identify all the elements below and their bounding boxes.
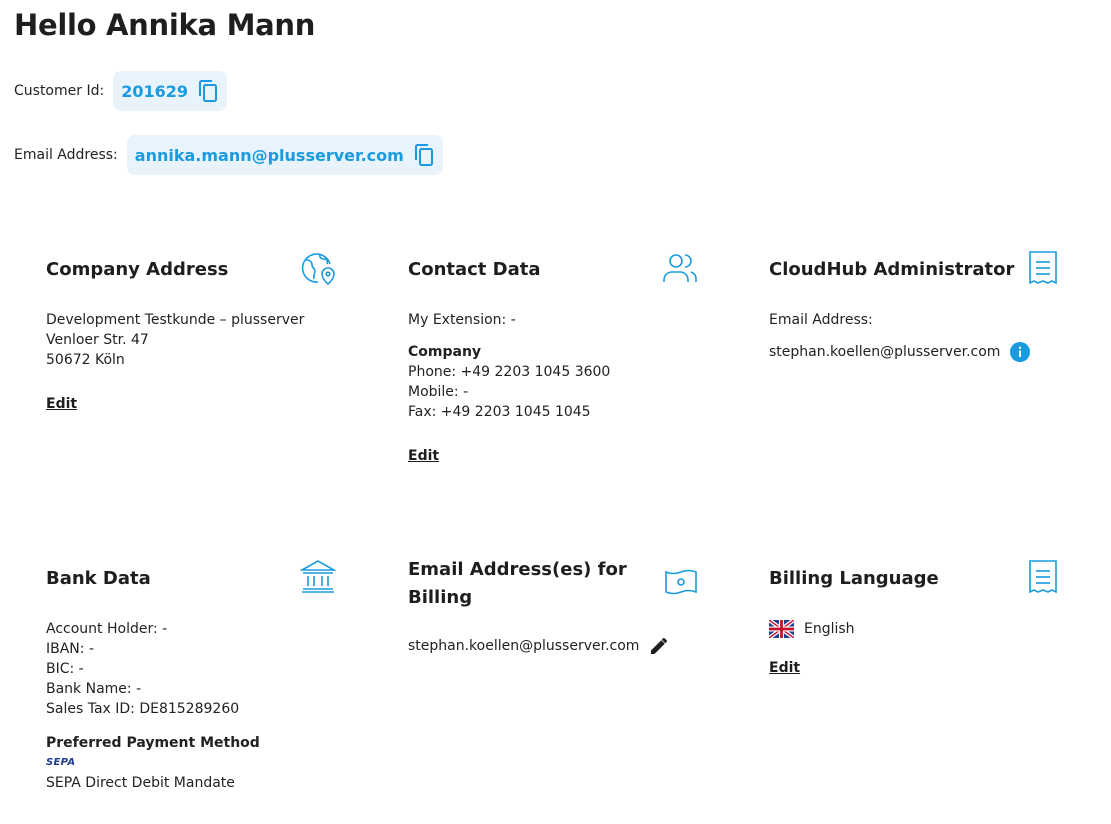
bank-name-text: Bank Name: - bbox=[46, 681, 142, 697]
sales-tax-text: Sales Tax ID: DE815289260 bbox=[46, 701, 240, 717]
extension-text: My Extension: - bbox=[408, 312, 516, 328]
card-title: Contact Data bbox=[408, 259, 541, 280]
globe-location-icon bbox=[301, 253, 335, 286]
card-title: Email Address(es) for Billing bbox=[408, 559, 627, 608]
customer-id-chip[interactable]: 201629 bbox=[113, 71, 227, 111]
cloudhub-admin-card: CloudHub Administrator Email Address: st… bbox=[769, 250, 1059, 362]
email-value: annika.mann@plusserver.com bbox=[134, 145, 404, 165]
admin-email-value: stephan.koellen@plusserver.com bbox=[769, 344, 1001, 360]
payment-method-heading: Preferred Payment Method bbox=[46, 735, 260, 751]
email-chip[interactable]: annika.mann@plusserver.com bbox=[126, 135, 443, 175]
mobile-text: Mobile: - bbox=[408, 384, 469, 400]
money-icon bbox=[665, 569, 697, 595]
billing-email-card: Email Address(es) for Billing stephan.ko… bbox=[408, 556, 698, 656]
email-row: Email Address: annika.mann@plusserver.co… bbox=[14, 135, 443, 175]
receipt-icon bbox=[1029, 251, 1057, 285]
edit-contact-data-link[interactable]: Edit bbox=[408, 446, 439, 466]
admin-email-label: Email Address: bbox=[769, 312, 873, 328]
info-icon[interactable] bbox=[1010, 342, 1031, 362]
address-line: Venloer Str. 47 bbox=[46, 332, 149, 348]
customer-id-value: 201629 bbox=[121, 81, 188, 101]
company-subheading: Company bbox=[408, 344, 482, 360]
language-value: English bbox=[804, 621, 855, 637]
account-holder-text: Account Holder: - bbox=[46, 621, 168, 637]
iban-text: IBAN: - bbox=[46, 641, 95, 657]
address-line: Development Testkunde – plusserver bbox=[46, 312, 305, 328]
uk-flag-icon bbox=[769, 620, 794, 638]
page-title: Hello Annika Mann bbox=[14, 8, 316, 42]
card-title: Company Address bbox=[46, 259, 229, 280]
card-title: Bank Data bbox=[46, 568, 151, 589]
billing-email-value: stephan.koellen@plusserver.com bbox=[408, 638, 640, 654]
edit-company-address-link[interactable]: Edit bbox=[46, 394, 77, 414]
copy-icon[interactable] bbox=[197, 79, 219, 103]
contact-data-card: Contact Data My Extension: - Company Pho… bbox=[408, 250, 698, 466]
copy-icon[interactable] bbox=[413, 143, 435, 167]
card-title: CloudHub Administrator bbox=[769, 259, 1015, 280]
card-title: Billing Language bbox=[769, 568, 939, 589]
edit-billing-language-link[interactable]: Edit bbox=[769, 658, 800, 678]
phone-text: Phone: +49 2203 1045 3600 bbox=[408, 364, 611, 380]
customer-id-label: Customer Id: bbox=[14, 83, 105, 99]
receipt-icon bbox=[1029, 560, 1057, 594]
email-label: Email Address: bbox=[14, 147, 118, 163]
company-address-card: Company Address Development Testkunde – … bbox=[46, 250, 336, 414]
bic-text: BIC: - bbox=[46, 661, 84, 677]
bank-data-card: Bank Data Account Holder: - IBAN: - BIC:… bbox=[46, 559, 336, 793]
pencil-icon[interactable] bbox=[649, 636, 669, 656]
users-icon bbox=[663, 254, 697, 282]
sepa-logo: SEPA bbox=[46, 757, 76, 768]
customer-id-row: Customer Id: 201629 bbox=[14, 71, 227, 111]
bank-icon bbox=[300, 560, 336, 593]
address-line: 50672 Köln bbox=[46, 352, 125, 368]
fax-text: Fax: +49 2203 1045 1045 bbox=[408, 404, 591, 420]
payment-method-text: SEPA Direct Debit Mandate bbox=[46, 775, 235, 791]
billing-language-card: Billing Language English Edit bbox=[769, 559, 1059, 678]
